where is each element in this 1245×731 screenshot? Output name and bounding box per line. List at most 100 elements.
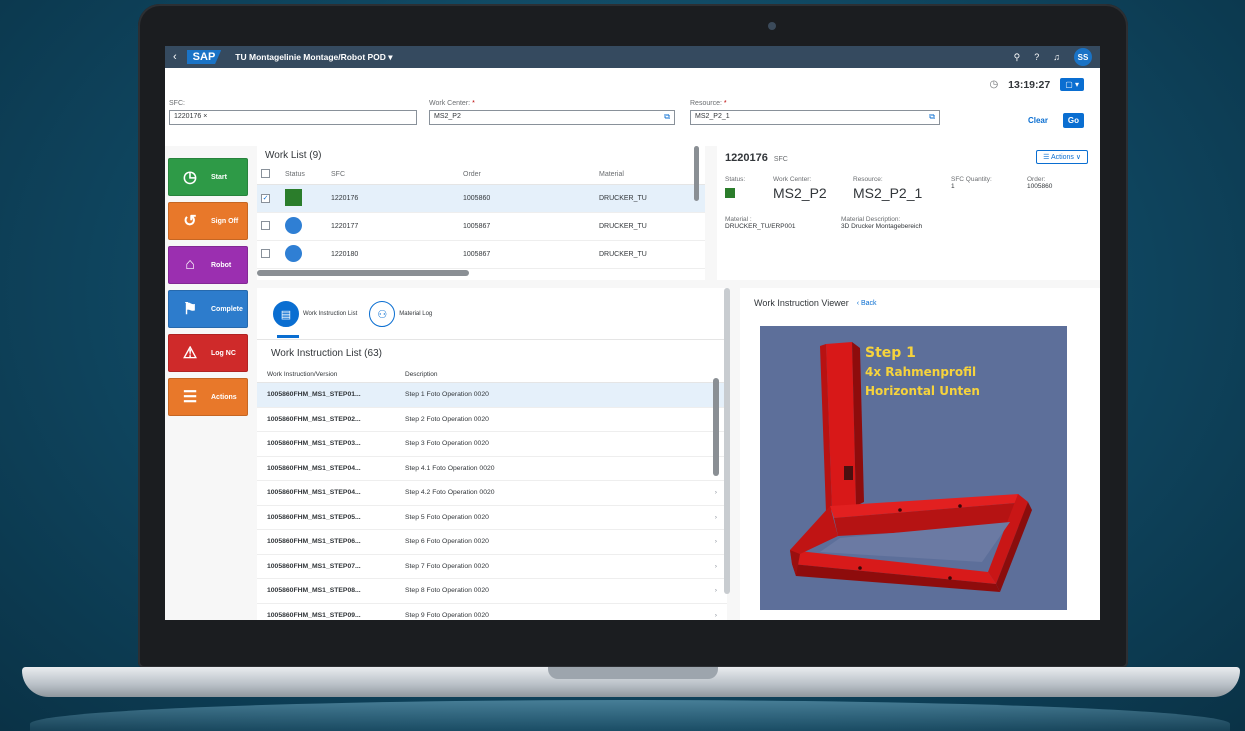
warning-icon: ⚠ xyxy=(182,345,198,362)
work-instruction-image: Step 1 4x Rahmenprofil Horizontal Unten xyxy=(760,326,1067,610)
tab-work-instruction-list[interactable]: ▤ Work Instruction List xyxy=(273,298,357,330)
tab-material-log[interactable]: ⚇ Material Log xyxy=(369,298,432,330)
table-row[interactable]: 1005860FHM_MS1_STEP02... Step 2 Foto Oper… xyxy=(257,407,727,432)
workcenter-input[interactable]: MS2_P2 ⧉ xyxy=(429,110,675,125)
people-icon: ⚇ xyxy=(369,301,396,327)
resource-field: Resource: * MS2_P2_1 ⧉ xyxy=(690,100,940,125)
time-display: 13:19:27 xyxy=(1008,78,1051,91)
sfc-number: 1220176 xyxy=(725,152,768,164)
search-icon[interactable]: ⚲ xyxy=(1014,52,1021,63)
material-cell: DRUCKER_TU xyxy=(595,184,705,213)
value-help-icon[interactable]: ⧉ xyxy=(929,112,935,122)
step-title: Step 1 xyxy=(865,345,916,361)
column-header[interactable]: Material xyxy=(595,165,705,185)
log-nc-button[interactable]: ⚠ Log NC xyxy=(168,334,248,372)
status-new-icon xyxy=(285,217,302,234)
status-active-icon xyxy=(725,188,735,198)
column-header[interactable]: Work Instruction/Version xyxy=(257,367,395,383)
resource-label: Resource: * xyxy=(690,100,727,107)
sfc-label: SFC xyxy=(773,156,788,163)
work-instruction-table: Work Instruction/Version Description 100… xyxy=(257,367,727,620)
workcenter-label: Work Center: * xyxy=(429,100,475,107)
plugin-tab-bar: ▤ Work Instruction List ⚇ Material Log xyxy=(257,288,727,340)
sfc-input[interactable]: 1220176 × xyxy=(169,110,417,125)
status-active-icon xyxy=(285,189,302,206)
table-row[interactable]: 1005860FHM_MS1_STEP04... Step 4.1 Foto Op… xyxy=(257,456,727,481)
clock-back-icon: ↺ xyxy=(183,213,197,230)
column-header[interactable]: Order xyxy=(459,165,595,185)
sfc-detail-panel: 1220176 SFC ☰ Actions ∨ Status: Work Cen… xyxy=(717,146,1100,280)
app-title[interactable]: TU Montagelinie Montage/Robot POD ▾ xyxy=(235,52,392,63)
table-row[interactable]: 1005860FHM_MS1_STEP08... Step 8 Foto Oper… xyxy=(257,578,727,604)
table-row[interactable]: 1005860FHM_MS1_STEP05... Step 5 Foto Oper… xyxy=(257,505,727,530)
bell-icon[interactable]: ♫ xyxy=(1053,52,1060,62)
viewer-title: Work Instruction Viewer xyxy=(754,298,849,308)
complete-button[interactable]: ⚑ Complete xyxy=(168,290,248,328)
notifications-button[interactable]: ▢ ▾ xyxy=(1060,78,1084,91)
sfc-field: SFC: 1220176 × xyxy=(169,100,417,125)
work-instruction-panel: ▤ Work Instruction List ⚇ Material Log W… xyxy=(257,288,727,620)
go-button[interactable]: Go xyxy=(1062,113,1084,128)
quantity-info: SFC Quantity: 1 xyxy=(951,176,992,190)
action-button-panel: ◷ Start ↺ Sign Off ⌂ Robot ⚑ Complete ⚠ Log N… xyxy=(168,158,248,422)
actions-dropdown[interactable]: ☰ Actions ∨ xyxy=(1036,150,1088,164)
chevron-right-icon: › xyxy=(704,603,727,620)
step-caption: Step 1 4x Rahmenprofil Horizontal Unten xyxy=(865,344,980,401)
column-header[interactable]: Description xyxy=(395,367,705,383)
table-row[interactable]: 1005860FHM_MS1_STEP09... Step 9 Foto Oper… xyxy=(257,603,727,620)
table-row[interactable]: 1005860FHM_MS1_STEP01... Step 1 Foto Oper… xyxy=(257,382,727,408)
select-all-checkbox[interactable] xyxy=(261,169,270,178)
avatar[interactable]: SS xyxy=(1074,48,1092,66)
resource-info: Resource: MS2_P2_1 xyxy=(853,176,923,201)
laptop-notch xyxy=(548,667,718,679)
material-cell: DRUCKER_TU xyxy=(595,212,705,241)
row-checkbox[interactable]: ✓ xyxy=(261,194,270,203)
table-row[interactable]: 1005860FHM_MS1_STEP06... Step 6 Foto Oper… xyxy=(257,529,727,555)
row-checkbox[interactable] xyxy=(261,249,270,258)
horizontal-scrollbar[interactable] xyxy=(257,270,469,276)
start-button[interactable]: ◷ Start xyxy=(168,158,248,196)
step-line: Horizontal Unten xyxy=(865,384,980,398)
column-header[interactable]: SFC xyxy=(327,165,459,185)
document-icon: ▤ xyxy=(273,301,299,327)
actions-button[interactable]: ☰ Actions xyxy=(168,378,248,416)
sign-off-button[interactable]: ↺ Sign Off xyxy=(168,202,248,240)
table-row[interactable]: 1220177 1005867 DRUCKER_TU xyxy=(257,212,705,241)
work-list-panel: Work List (9) Status SFC Order Material … xyxy=(257,146,705,280)
pod-screen: ‹ SAP TU Montagelinie Montage/Robot POD … xyxy=(165,46,1100,620)
resource-input[interactable]: MS2_P2_1 ⧉ xyxy=(690,110,940,125)
panel-splitter[interactable] xyxy=(724,288,730,594)
clock-icon: ◷ xyxy=(989,79,999,90)
table-row[interactable]: 1005860FHM_MS1_STEP04... Step 4.2 Foto Op… xyxy=(257,480,727,506)
robot-icon: ⌂ xyxy=(185,256,195,273)
step-line: 4x Rahmenprofil xyxy=(865,365,977,379)
work-list-title: Work List (9) xyxy=(265,150,322,161)
column-header[interactable]: Status xyxy=(281,165,327,185)
help-icon[interactable]: ? xyxy=(1034,52,1039,62)
clear-button[interactable]: Clear xyxy=(1028,116,1048,125)
table-row[interactable]: 1220180 1005867 DRUCKER_TU xyxy=(257,240,705,269)
robot-button[interactable]: ⌂ Robot xyxy=(168,246,248,284)
back-icon[interactable]: ‹ xyxy=(173,51,177,63)
value-help-icon[interactable]: ⧉ xyxy=(664,112,670,122)
table-row[interactable]: ✓ 1220176 1005860 DRUCKER_TU xyxy=(257,184,705,213)
list-icon: ☰ xyxy=(182,389,198,406)
material-cell: DRUCKER_TU xyxy=(595,240,705,269)
sap-logo: SAP xyxy=(186,50,222,64)
row-checkbox[interactable] xyxy=(261,221,270,230)
vertical-scrollbar[interactable] xyxy=(694,146,699,201)
order-info: Order: 1005860 xyxy=(1027,176,1053,190)
sfc-cell: 1220176 xyxy=(327,184,459,213)
back-button[interactable]: ‹ Back xyxy=(857,300,877,307)
table-row[interactable]: 1005860FHM_MS1_STEP07... Step 7 Foto Oper… xyxy=(257,554,727,579)
status-new-icon xyxy=(285,245,302,262)
order-cell: 1005860 xyxy=(459,184,595,213)
wi-list-title: Work Instruction List (63) xyxy=(271,348,382,359)
tab-indicator xyxy=(277,335,299,338)
reflection xyxy=(30,700,1230,731)
flag-icon: ⚑ xyxy=(182,301,198,318)
sfc-label: SFC: xyxy=(169,100,185,107)
vertical-scrollbar[interactable] xyxy=(713,378,719,476)
order-cell: 1005867 xyxy=(459,212,595,241)
table-row[interactable]: 1005860FHM_MS1_STEP03... Step 3 Foto Oper… xyxy=(257,431,727,457)
